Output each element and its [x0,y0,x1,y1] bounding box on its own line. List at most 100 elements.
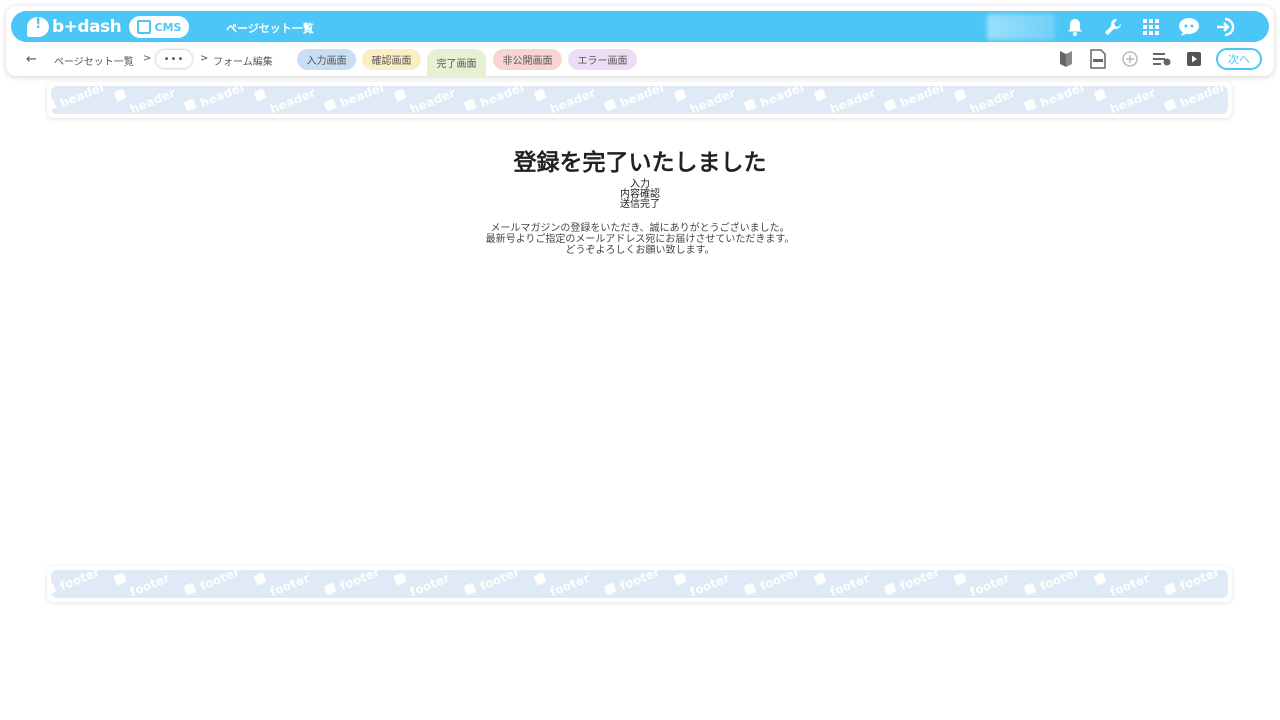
watermark-image-icon [323,98,337,112]
thank-you-message: メールマガジンの登録をいただき、誠にありがとうございました。 最新号よりご指定の… [0,223,1280,256]
watermark-image-icon [253,572,267,586]
tab-confirm[interactable]: 確認画面 [362,49,421,70]
watermark-text: footer [967,570,1012,598]
breadcrumb-form-edit: フォーム編集 [213,57,273,68]
list-settings-icon[interactable] [1152,48,1172,70]
cms-button[interactable]: CMS [129,16,189,38]
watermark-text: footer [127,570,172,598]
watermark-image-icon [1093,88,1107,102]
footer-placeholder[interactable]: footer footer footer footer footer footer foot… [47,566,1232,602]
complete-screen-content: 登録を完了いたしました 入力 内容確認 送信完了 メールマガジンの登録をいただき… [0,146,1280,256]
watermark-image-icon [743,98,757,112]
breadcrumb-page-set-list[interactable]: ページセット一覧 [54,53,134,68]
watermark-text: footer [897,570,942,594]
watermark-text: footer [407,570,452,598]
watermark-image-icon [533,88,547,102]
watermark-image-icon [603,582,617,596]
watermark-text: footer [617,570,662,594]
user-info-blurred[interactable] [987,14,1055,40]
watermark-image-icon [393,572,407,586]
watermark-image-icon [183,582,197,596]
watermark-image-icon [603,98,617,112]
watermark-text: header [618,86,668,111]
logo-text: b+dash [52,17,122,37]
watermark-text: header [968,86,1018,114]
watermark-text: footer [1037,570,1082,594]
watermark-image-icon [953,572,967,586]
watermark-image-icon [1163,98,1177,112]
watermark-image-icon [113,88,127,102]
step-list: 入力 内容確認 送信完了 [0,180,1280,210]
footer-watermark-area: footer footer footer footer footer footer foot… [51,570,1228,598]
watermark-image-icon [1023,98,1037,112]
tab-input[interactable]: 入力画面 [297,49,356,70]
beginner-mark-icon[interactable] [1056,48,1076,70]
watermark-text: footer [827,570,872,598]
breadcrumb-bar: ← ページセット一覧 > ••• > フォーム編集 入力画面 確認画面 完了画面… [6,46,1274,77]
watermark-image-icon [1163,582,1177,596]
watermark-text: header [58,86,108,111]
header-placeholder[interactable]: header header header header header header head… [47,82,1232,118]
bdash-logo[interactable]: b+dash [27,15,122,39]
message-line: 最新号よりご指定のメールアドレス宛にお届けさせていただきます。 [485,234,795,245]
preview-play-icon[interactable] [1184,48,1204,70]
nav-title[interactable]: ページセット一覧 [226,20,314,36]
watermark-image-icon [463,98,477,112]
top-navbar: b+dash CMS ページセット一覧 [11,11,1269,42]
cms-label: CMS [154,20,182,34]
wrench-icon[interactable] [1101,15,1125,39]
message-line: どうぞよろしくお願い致します。 [565,245,715,256]
message-line: メールマガジンの登録をいただき、誠にありがとうございました。 [490,223,790,234]
page-heading: 登録を完了いたしました [513,150,767,176]
watermark-text: footer [687,570,732,598]
tab-private[interactable]: 非公開画面 [493,49,562,70]
bell-icon[interactable] [1063,15,1087,39]
watermark-text: header [478,86,528,111]
watermark-image-icon [51,98,57,112]
html-file-icon[interactable] [1088,48,1108,70]
tab-error[interactable]: エラー画面 [568,49,637,70]
watermark-text: header [338,86,388,111]
breadcrumb-separator: > [143,53,152,64]
watermark-text: header [548,86,598,114]
watermark-text: header [128,86,178,114]
watermark-text: header [408,86,458,114]
watermark-image-icon [813,88,827,102]
watermark-text: footer [1177,570,1222,594]
header-watermark-area: header header header header header header head… [51,86,1228,114]
next-button[interactable]: 次へ [1216,48,1262,70]
watermark-image-icon [1023,582,1037,596]
chat-support-icon[interactable] [1177,15,1201,39]
watermark-text: header [198,86,248,111]
watermark-image-icon [883,98,897,112]
logout-icon[interactable] [1215,15,1239,39]
watermark-text: header [1108,86,1158,114]
watermark-text: footer [337,570,382,594]
watermark-text: footer [267,570,312,598]
watermark-image-icon [743,582,757,596]
watermark-text: footer [477,570,522,594]
watermark-text: header [898,86,948,111]
watermark-image-icon [183,98,197,112]
watermark-image-icon [393,88,407,102]
breadcrumb-separator: > [200,53,209,64]
tab-complete[interactable]: 完了画面 [427,49,486,77]
watermark-image-icon [51,582,57,596]
breadcrumb-more-button[interactable]: ••• [156,50,192,68]
back-arrow-icon[interactable]: ← [26,52,37,67]
watermark-text: footer [1107,570,1152,598]
watermark-image-icon [883,582,897,596]
watermark-text: footer [547,570,592,598]
add-circle-icon[interactable] [1120,48,1140,70]
watermark-text: footer [757,570,802,594]
watermark-text: header [1178,86,1228,111]
logo-bubble-icon [27,16,49,37]
watermark-image-icon [673,88,687,102]
watermark-text: footer [197,570,242,594]
apps-grid-icon[interactable] [1139,15,1163,39]
cms-edit-icon [136,20,151,34]
watermark-text: header [268,86,318,114]
watermark-image-icon [253,88,267,102]
watermark-text: header [758,86,808,111]
app-header: b+dash CMS ページセット一覧 ← ペ [6,6,1274,77]
